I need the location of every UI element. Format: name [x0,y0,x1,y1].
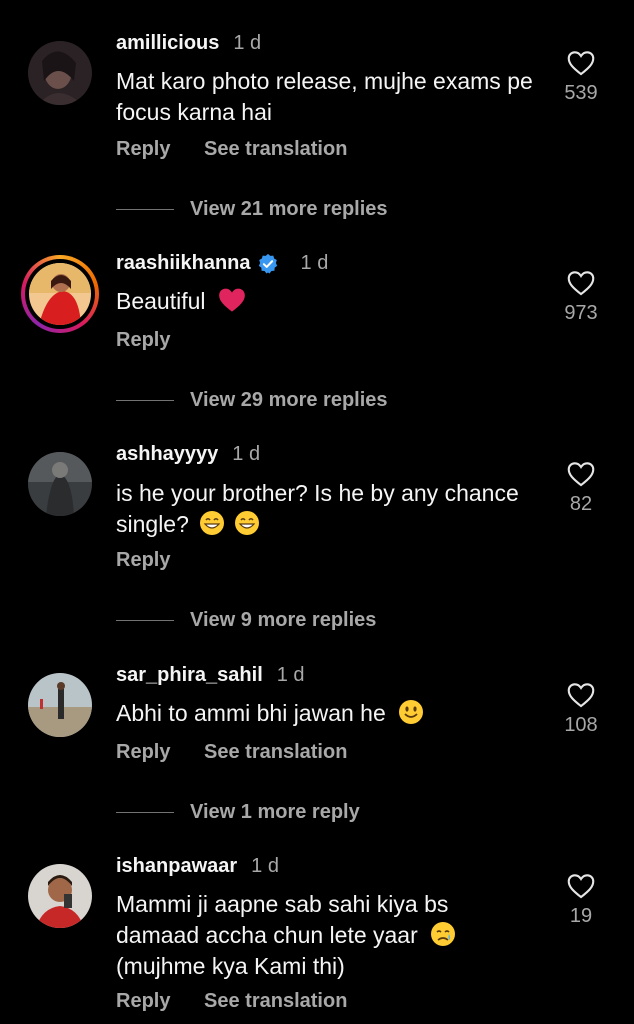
avatar [29,263,91,325]
username[interactable]: amillicious [116,32,219,55]
timestamp: 1 d [232,443,261,465]
comment-header: raashiikhanna 1 d [116,252,328,275]
view-replies-button[interactable]: View 9 more replies [116,609,376,632]
comment-text-content: Beautiful [116,288,206,314]
comment-header: ashhayyyy 1 d [116,443,260,466]
view-replies-button[interactable]: View 29 more replies [116,389,388,412]
like-button[interactable]: 539 [556,50,606,105]
comment-header: ishanpawaar 1 d [116,855,279,878]
comment-text: is he your brother? Is he by any chance … [116,478,546,540]
comment-text: Mat karo photo release, mujhe exams pe f… [116,68,533,125]
timestamp: 1 d [251,855,279,877]
timestamp: 1 d [300,252,329,274]
view-replies-label[interactable]: View 29 more replies [190,389,388,412]
like-count: 82 [569,493,593,515]
grinning-emoji-icon [234,511,259,535]
verified-badge-icon [258,253,277,274]
divider-line [116,620,174,621]
username[interactable]: ishanpawaar [116,855,237,878]
see-translation-button[interactable]: See translation [204,741,347,763]
reply-button[interactable]: Reply [116,329,170,351]
view-replies-label[interactable]: View 1 more reply [190,801,360,824]
comment-actions: Reply See translation [116,138,347,161]
avatar[interactable] [28,864,92,928]
divider-line [116,209,174,210]
view-replies-label[interactable]: View 9 more replies [190,609,376,632]
reply-button[interactable]: Reply [116,990,170,1012]
comment-text-content: single? [116,511,189,537]
reply-button[interactable]: Reply [116,741,170,763]
heart-icon[interactable] [567,873,595,899]
avatar[interactable] [28,673,92,737]
crying-emoji-icon [431,922,456,946]
see-translation-button[interactable]: See translation [204,990,347,1012]
like-count: 539 [564,82,598,104]
like-count: 19 [569,905,593,927]
comment-header: amillicious 1 d [116,32,261,55]
view-replies-button[interactable]: View 1 more reply [116,801,360,824]
grinning-emoji-icon [200,511,225,535]
comment-actions: Reply See translation [116,741,347,764]
heart-icon[interactable] [567,461,595,487]
heart-icon[interactable] [567,270,595,296]
heart-icon[interactable] [567,682,595,708]
comment-text-line: (mujhme kya Kami thi) [116,953,345,979]
timestamp: 1 d [233,32,262,54]
comment-text: Beautiful [116,286,546,317]
avatar[interactable] [28,452,92,516]
username[interactable]: ashhayyyy [116,443,218,466]
username[interactable]: sar_phira_sahil [116,664,263,687]
like-count: 973 [564,302,598,324]
comment-actions: Reply [116,549,170,572]
comment-actions: Reply See translation [116,990,347,1013]
comment-text: Abhi to ammi bhi jawan he [116,698,546,729]
view-replies-label[interactable]: View 21 more replies [190,198,388,221]
timestamp: 1 d [276,664,305,686]
like-button[interactable]: 973 [556,270,606,325]
comment-text-content: Abhi to ammi bhi jawan he [116,700,386,726]
avatar[interactable] [28,41,92,105]
divider-line [116,400,174,401]
like-button[interactable]: 108 [556,682,606,737]
smiling-emoji-icon [399,700,424,724]
comment-text-content: damaad accha chun lete yaar [116,922,418,948]
comment-text-line-2: single? [116,509,546,540]
like-count: 108 [564,714,598,736]
view-replies-button[interactable]: View 21 more replies [116,198,388,221]
see-translation-button[interactable]: See translation [204,138,347,160]
heart-icon[interactable] [567,50,595,76]
like-button[interactable]: 19 [556,873,606,928]
username[interactable]: raashiikhanna [116,252,251,275]
comment-header: sar_phira_sahil 1 d [116,664,305,687]
comment-text: Mammi ji aapne sab sahi kiya bs damaad a… [116,889,546,982]
comment-text-line: Mammi ji aapne sab sahi kiya bs [116,891,449,917]
like-button[interactable]: 82 [556,461,606,516]
story-ring-avatar[interactable] [21,255,99,333]
divider-line [116,812,174,813]
comment-text-line-2: damaad accha chun lete yaar [116,920,546,951]
reply-button[interactable]: Reply [116,138,170,160]
comment-actions: Reply [116,329,170,352]
reply-button[interactable]: Reply [116,549,170,571]
comment-text-line: is he your brother? Is he by any chance [116,480,519,506]
red-heart-emoji-icon [219,288,245,312]
